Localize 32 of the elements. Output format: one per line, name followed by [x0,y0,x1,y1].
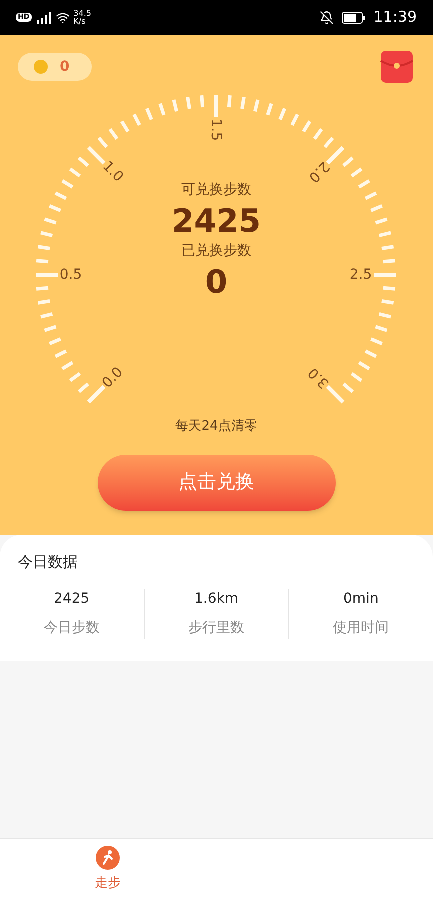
signal-icon [36,12,52,24]
stat-value: 0min [344,590,379,609]
dial-label: 2.5 [350,268,372,282]
dial-label: 1.5 [209,118,223,142]
available-steps-label: 可兑换步数 [182,181,252,200]
exchanged-steps-value: 0 [205,262,228,302]
stat-value: 1.6km [194,590,239,609]
coin-icon [34,60,48,74]
network-speed: 34.5 [74,10,92,18]
exchanged-steps-label: 已兑换步数 [182,242,252,261]
network-unit: K/s [74,18,87,26]
bell-off-icon [320,10,334,24]
stat-label: 步行里数 [188,619,244,638]
coin-balance[interactable]: 0 [18,53,92,81]
available-steps-value: 2425 [172,201,262,241]
stat-value: 2425 [54,590,90,609]
dial-label: 3.0 [306,364,332,390]
dial-label: 1.0 [100,160,126,186]
stat-label: 使用时间 [333,619,390,638]
reset-note: 每天24点清零 [176,418,258,436]
dial-label: 0.0 [100,364,126,390]
dial-label: 2.0 [306,160,332,186]
envelope-icon[interactable] [379,49,415,85]
wifi-icon [56,10,70,24]
walking-icon [96,846,120,870]
coin-count: 0 [60,58,70,76]
dial-label: 0.5 [60,268,82,282]
battery-icon [342,12,366,24]
clock-time: 11:39 [374,7,417,28]
exchange-button[interactable]: 点击兑换 [98,454,336,510]
card-title: 今日数据 [17,552,79,572]
stat-label: 今日步数 [44,619,100,638]
